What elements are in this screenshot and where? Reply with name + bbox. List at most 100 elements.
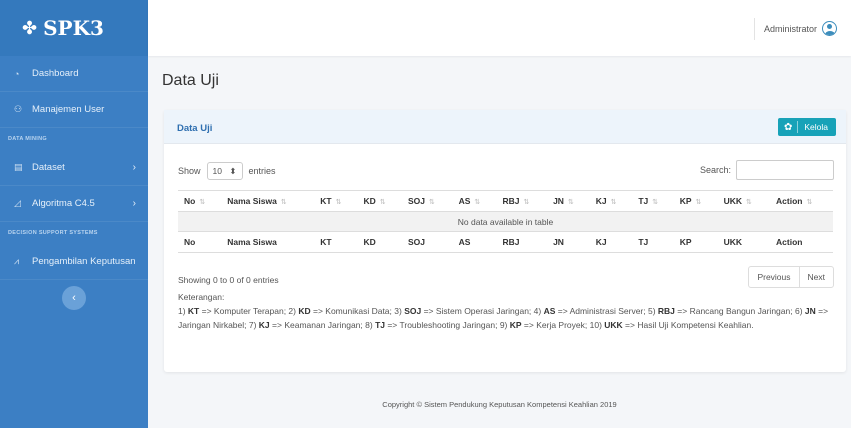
data-uji-panel: Data Uji ✿ Kelola Show 10 ⬍ entries Sear… bbox=[164, 110, 846, 372]
sidebar-item-label: Pengambilan Keputusan bbox=[32, 256, 136, 267]
button-divider bbox=[797, 121, 799, 133]
note-abbr: JN bbox=[804, 306, 816, 316]
column-header-as[interactable]: AS ⇅ bbox=[452, 190, 497, 212]
sort-icon: ⇅ bbox=[335, 199, 342, 206]
chevron-right-icon: › bbox=[132, 198, 136, 209]
note-desc: => Rancang Bangun Jaringan; bbox=[674, 306, 795, 316]
pagination: Previous Next bbox=[748, 266, 834, 288]
sidebar-collapse-button[interactable]: ‹ bbox=[62, 286, 86, 310]
footer-cell: AS bbox=[452, 231, 497, 253]
entries-length-control: Show 10 ⬍ entries bbox=[178, 162, 276, 180]
column-label: KT bbox=[320, 196, 332, 206]
sidebar-item-dataset[interactable]: ▤ Dataset › bbox=[0, 150, 148, 186]
column-header-ukk[interactable]: UKK ⇅ bbox=[717, 190, 771, 212]
chevron-right-icon: › bbox=[132, 162, 136, 173]
sort-icon: ⇅ bbox=[745, 199, 752, 206]
kelola-button[interactable]: ✿ Kelola bbox=[777, 118, 836, 136]
user-avatar-icon bbox=[822, 21, 837, 36]
column-header-kt[interactable]: KT ⇅ bbox=[314, 190, 358, 212]
top-bar: Administrator bbox=[148, 0, 851, 56]
sort-icon: ⇅ bbox=[199, 199, 206, 206]
sidebar-item-dashboard[interactable]: ◔ Dashboard bbox=[0, 56, 148, 92]
footer-cell: UKK bbox=[717, 231, 771, 253]
note-abbr: UKK bbox=[604, 320, 623, 330]
brand[interactable]: ✤ SPK3 bbox=[0, 0, 148, 56]
note-abbr: KP bbox=[509, 320, 522, 330]
users-icon: ⚇ bbox=[14, 104, 23, 114]
table-footer-row: No Nama Siswa KT KD SOJ AS RBJ JN KJ TJ … bbox=[178, 231, 833, 253]
page-title: Data Uji bbox=[162, 72, 219, 89]
column-header-rbj[interactable]: RBJ ⇅ bbox=[496, 190, 548, 212]
footer-copyright: Copyright © Sistem Pendukung Keputusan K… bbox=[382, 400, 617, 409]
note-desc: => Hasil Uji Kompetensi Keahlian. bbox=[622, 320, 754, 330]
area-chart-icon: ◿ bbox=[14, 198, 21, 208]
previous-button[interactable]: Previous bbox=[749, 267, 800, 287]
column-header-no[interactable]: No ⇅ bbox=[178, 190, 222, 212]
sidebar-item-label: Manajemen User bbox=[32, 104, 105, 115]
note-desc: => Komunikasi Data; bbox=[310, 306, 395, 316]
sidebar-item-algoritma[interactable]: ◿ Algoritma C4.5 › bbox=[0, 186, 148, 222]
user-menu[interactable]: Administrator bbox=[764, 21, 837, 36]
table-info: Showing 0 to 0 of 0 entries bbox=[178, 275, 279, 285]
updown-caret-icon: ⬍ bbox=[229, 165, 237, 176]
column-header-action[interactable]: Action ⇅ bbox=[770, 190, 833, 212]
footer-cell: KT bbox=[314, 231, 358, 253]
topbar-divider bbox=[754, 18, 755, 40]
note-number: 2) bbox=[288, 306, 299, 316]
footer-cell: Action bbox=[770, 231, 833, 253]
search-input[interactable] bbox=[736, 160, 834, 180]
entries-length-value: 10 bbox=[212, 166, 222, 176]
footer-cell: JN bbox=[547, 231, 590, 253]
sort-icon: ⇅ bbox=[610, 199, 617, 206]
note-number: 7) bbox=[248, 320, 259, 330]
column-header-kd[interactable]: KD ⇅ bbox=[357, 190, 402, 212]
column-label: JN bbox=[553, 196, 564, 206]
column-header-kj[interactable]: KJ ⇅ bbox=[589, 190, 633, 212]
note-abbr: RBJ bbox=[657, 306, 675, 316]
footer-cell: KJ bbox=[589, 231, 633, 253]
note-number: 6) bbox=[794, 306, 805, 316]
column-label: RBJ bbox=[502, 196, 520, 206]
sidebar-item-label: Dataset bbox=[32, 162, 65, 173]
footer-cell: KP bbox=[673, 231, 718, 253]
sidebar-section-data-mining: DATA MINING bbox=[8, 136, 47, 142]
empty-table-message: No data available in table bbox=[178, 211, 833, 232]
sort-icon: ⇅ bbox=[695, 199, 702, 206]
entries-length-select[interactable]: 10 ⬍ bbox=[206, 162, 243, 180]
sidebar-item-manajemen-user[interactable]: ⚇ Manajemen User bbox=[0, 92, 148, 128]
note-number: 8) bbox=[365, 320, 376, 330]
show-label: Show bbox=[178, 166, 201, 176]
cubes-icon: ✤ bbox=[22, 17, 38, 39]
footer-cell: No bbox=[178, 231, 222, 253]
note-number: 1) bbox=[178, 306, 188, 316]
sidebar-item-label: Dashboard bbox=[32, 68, 79, 79]
footer-cell: RBJ bbox=[496, 231, 548, 253]
footer-cell: SOJ bbox=[401, 231, 453, 253]
column-label: KJ bbox=[595, 196, 607, 206]
panel-title: Data Uji bbox=[177, 123, 213, 134]
column-label: KP bbox=[679, 196, 692, 206]
column-header-nama-siswa[interactable]: Nama Siswa ⇅ bbox=[221, 190, 315, 212]
gear-icon: ✿ bbox=[783, 121, 793, 133]
sidebar-item-pengambilan-keputusan[interactable]: ⩘ Pengambilan Keputusan bbox=[0, 244, 148, 280]
column-label: Nama Siswa bbox=[227, 196, 277, 206]
note-desc: => Troubleshooting Jaringan; bbox=[384, 320, 500, 330]
column-header-kp[interactable]: KP ⇅ bbox=[673, 190, 718, 212]
note-desc: => Komputer Terapan; bbox=[199, 306, 289, 316]
kelola-label: Kelola bbox=[804, 122, 828, 132]
keterangan: Keterangan: 1) KT => Komputer Terapan; 2… bbox=[178, 290, 838, 332]
sidebar: ✤ SPK3 ◔ Dashboard ⚇ Manajemen User DATA… bbox=[0, 0, 148, 428]
footer-cell: Nama Siswa bbox=[221, 231, 315, 253]
line-chart-icon: ⩘ bbox=[14, 256, 20, 266]
column-header-tj[interactable]: TJ ⇅ bbox=[632, 190, 674, 212]
column-header-soj[interactable]: SOJ ⇅ bbox=[401, 190, 453, 212]
dashboard-icon: ◔ bbox=[14, 68, 20, 79]
table-search: Search: bbox=[700, 160, 834, 180]
note-abbr: KJ bbox=[258, 320, 270, 330]
note-desc: => Administrasi Server; bbox=[555, 306, 648, 316]
table-header-row: No ⇅ Nama Siswa ⇅ KT ⇅ KD ⇅ SOJ ⇅ AS ⇅ RBJ ⇅ JN… bbox=[178, 190, 833, 212]
next-button[interactable]: Next bbox=[800, 267, 833, 287]
keterangan-text: 1) KT => Komputer Terapan; 2) KD => Komu… bbox=[178, 304, 838, 332]
column-header-jn[interactable]: JN ⇅ bbox=[547, 190, 590, 212]
sort-icon: ⇅ bbox=[474, 199, 481, 206]
